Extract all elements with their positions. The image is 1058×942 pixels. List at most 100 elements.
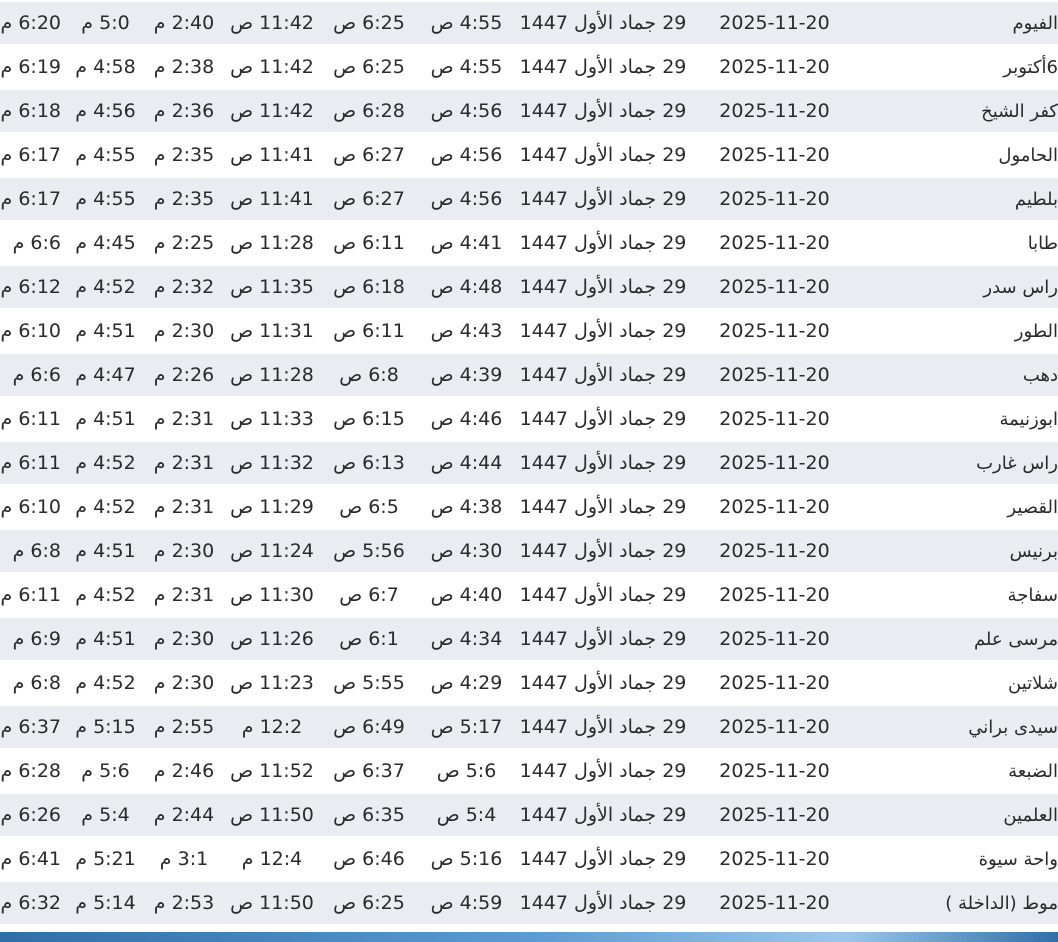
fajr-time-cell: 4:56 ص xyxy=(418,90,515,132)
hijri-date-cell: 29 جماد الأول 1447 xyxy=(515,222,691,264)
asr-time-cell: 2:25 م xyxy=(144,222,224,264)
city-cell: دهب xyxy=(858,354,1058,396)
asr-time-cell: 3:1 م xyxy=(144,838,224,880)
city-cell: واحة سيوة xyxy=(858,838,1058,880)
hijri-date-cell: 29 جماد الأول 1447 xyxy=(515,442,691,484)
sunrise-time-cell: 6:49 ص xyxy=(320,706,418,748)
isha-time-cell: 6:32 م xyxy=(0,882,67,924)
gregorian-date-cell: 2025-11-20 xyxy=(691,838,858,880)
asr-time-cell: 2:26 م xyxy=(144,354,224,396)
asr-time-cell: 2:32 م xyxy=(144,266,224,308)
maghrib-time-cell: 4:52 م xyxy=(67,662,144,704)
isha-time-cell: 6:10 م xyxy=(0,486,67,528)
fajr-time-cell: 4:39 ص xyxy=(418,354,515,396)
table-row: 6أكتوبر 2025-11-20 29 جماد الأول 1447 4:55 … xyxy=(0,46,1058,88)
maghrib-time-cell: 4:55 م xyxy=(67,134,144,176)
maghrib-time-cell: 4:52 م xyxy=(67,442,144,484)
table-row: سفاجة 2025-11-20 29 جماد الأول 1447 4:40 ص6… xyxy=(0,574,1058,616)
city-cell: الحامول xyxy=(858,134,1058,176)
table-row: بلطيم 2025-11-20 29 جماد الأول 1447 4:56 ص6… xyxy=(0,178,1058,220)
dhuhr-time-cell: 11:30 ص xyxy=(224,574,320,616)
sunrise-time-cell: 6:35 ص xyxy=(320,794,418,836)
maghrib-time-cell: 4:51 م xyxy=(67,618,144,660)
asr-time-cell: 2:31 م xyxy=(144,486,224,528)
fajr-time-cell: 4:55 ص xyxy=(418,2,515,44)
sunrise-time-cell: 5:55 ص xyxy=(320,662,418,704)
city-cell: راس سدر xyxy=(858,266,1058,308)
isha-time-cell: 6:12 م xyxy=(0,266,67,308)
asr-time-cell: 2:30 م xyxy=(144,530,224,572)
gregorian-date-cell: 2025-11-20 xyxy=(691,398,858,440)
city-cell: برنيس xyxy=(858,530,1058,572)
dhuhr-time-cell: 11:28 ص xyxy=(224,222,320,264)
sunrise-time-cell: 6:11 ص xyxy=(320,222,418,264)
gregorian-date-cell: 2025-11-20 xyxy=(691,882,858,924)
dhuhr-time-cell: 11:41 ص xyxy=(224,178,320,220)
fajr-time-cell: 4:56 ص xyxy=(418,178,515,220)
gregorian-date-cell: 2025-11-20 xyxy=(691,442,858,484)
dhuhr-time-cell: 11:42 ص xyxy=(224,90,320,132)
hijri-date-cell: 29 جماد الأول 1447 xyxy=(515,486,691,528)
isha-time-cell: 6:20 م xyxy=(0,2,67,44)
fajr-time-cell: 5:6 ص xyxy=(418,750,515,792)
asr-time-cell: 2:53 م xyxy=(144,882,224,924)
isha-time-cell: 6:37 م xyxy=(0,706,67,748)
hijri-date-cell: 29 جماد الأول 1447 xyxy=(515,794,691,836)
fajr-time-cell: 5:17 ص xyxy=(418,706,515,748)
table-row: ابوزنيمة 2025-11-20 29 جماد الأول 1447 4:46… xyxy=(0,398,1058,440)
gregorian-date-cell: 2025-11-20 xyxy=(691,178,858,220)
dhuhr-time-cell: 11:50 ص xyxy=(224,794,320,836)
city-cell: الفيوم xyxy=(858,2,1058,44)
gregorian-date-cell: 2025-11-20 xyxy=(691,222,858,264)
asr-time-cell: 2:35 م xyxy=(144,134,224,176)
hijri-date-cell: 29 جماد الأول 1447 xyxy=(515,662,691,704)
dhuhr-time-cell: 11:32 ص xyxy=(224,442,320,484)
maghrib-time-cell: 5:14 م xyxy=(67,882,144,924)
fajr-time-cell: 5:4 ص xyxy=(418,794,515,836)
gregorian-date-cell: 2025-11-20 xyxy=(691,486,858,528)
hijri-date-cell: 29 جماد الأول 1447 xyxy=(515,354,691,396)
table-row: الضبعة 2025-11-20 29 جماد الأول 1447 5:6 ص6… xyxy=(0,750,1058,792)
maghrib-time-cell: 4:45 م xyxy=(67,222,144,264)
dhuhr-time-cell: 11:24 ص xyxy=(224,530,320,572)
hijri-date-cell: 29 جماد الأول 1447 xyxy=(515,266,691,308)
isha-time-cell: 6:17 م xyxy=(0,134,67,176)
table-row: الفيوم 2025-11-20 29 جماد الأول 1447 4:55 ص… xyxy=(0,2,1058,44)
table-row: برنيس 2025-11-20 29 جماد الأول 1447 4:30 ص5… xyxy=(0,530,1058,572)
isha-time-cell: 6:17 م xyxy=(0,178,67,220)
fajr-time-cell: 4:38 ص xyxy=(418,486,515,528)
sunrise-time-cell: 6:25 ص xyxy=(320,46,418,88)
city-cell: العلمين xyxy=(858,794,1058,836)
dhuhr-time-cell: 12:2 م xyxy=(224,706,320,748)
asr-time-cell: 2:31 م xyxy=(144,398,224,440)
isha-time-cell: 6:8 م xyxy=(0,530,67,572)
asr-time-cell: 2:35 م xyxy=(144,178,224,220)
fajr-time-cell: 4:44 ص xyxy=(418,442,515,484)
fajr-time-cell: 4:55 ص xyxy=(418,46,515,88)
sunrise-time-cell: 6:25 ص xyxy=(320,882,418,924)
maghrib-time-cell: 4:47 م xyxy=(67,354,144,396)
sunrise-time-cell: 6:27 ص xyxy=(320,134,418,176)
isha-time-cell: 6:41 م xyxy=(0,838,67,880)
dhuhr-time-cell: 11:29 ص xyxy=(224,486,320,528)
sunrise-time-cell: 6:28 ص xyxy=(320,90,418,132)
prayer-times-table: الفيوم 2025-11-20 29 جماد الأول 1447 4:55 ص… xyxy=(0,0,1058,926)
gregorian-date-cell: 2025-11-20 xyxy=(691,530,858,572)
hijri-date-cell: 29 جماد الأول 1447 xyxy=(515,134,691,176)
maghrib-time-cell: 5:4 م xyxy=(67,794,144,836)
gregorian-date-cell: 2025-11-20 xyxy=(691,706,858,748)
hijri-date-cell: 29 جماد الأول 1447 xyxy=(515,882,691,924)
fajr-time-cell: 4:34 ص xyxy=(418,618,515,660)
gregorian-date-cell: 2025-11-20 xyxy=(691,354,858,396)
asr-time-cell: 2:55 م xyxy=(144,706,224,748)
city-cell: موط (الداخلة ) xyxy=(858,882,1058,924)
dhuhr-time-cell: 11:28 ص xyxy=(224,354,320,396)
sunrise-time-cell: 6:13 ص xyxy=(320,442,418,484)
dhuhr-time-cell: 11:52 ص xyxy=(224,750,320,792)
asr-time-cell: 2:30 م xyxy=(144,310,224,352)
hijri-date-cell: 29 جماد الأول 1447 xyxy=(515,838,691,880)
isha-time-cell: 6:8 م xyxy=(0,662,67,704)
isha-time-cell: 6:11 م xyxy=(0,574,67,616)
maghrib-time-cell: 4:52 م xyxy=(67,574,144,616)
dhuhr-time-cell: 11:42 ص xyxy=(224,46,320,88)
